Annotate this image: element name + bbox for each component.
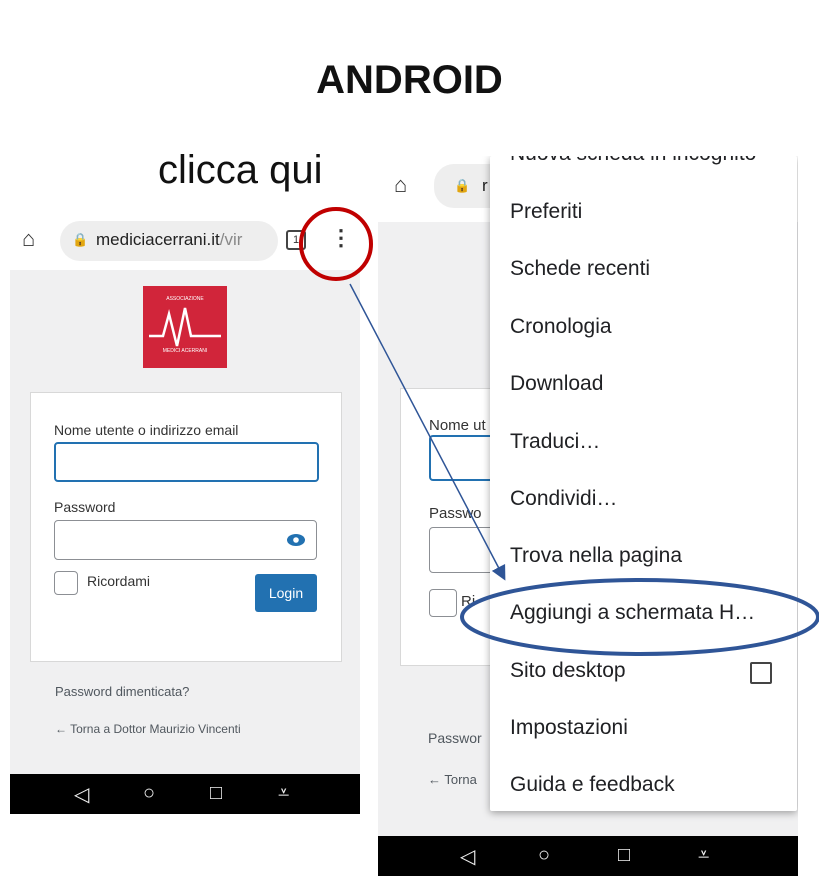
- highlight-circle: [299, 207, 373, 281]
- annotation-overlay: [299, 207, 819, 656]
- highlight-ellipse: [460, 578, 819, 656]
- arrow-pointer: [349, 283, 506, 581]
